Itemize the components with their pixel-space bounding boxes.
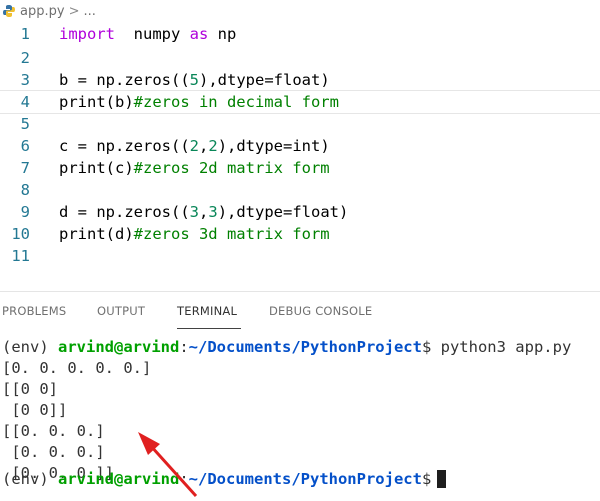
line-number: 7 [20, 159, 30, 177]
terminal-output-line: [[0. 0. 0.] [2, 421, 105, 440]
code-line[interactable]: 10 print(d)#zeros 3d matrix form [0, 222, 600, 246]
code-line[interactable]: 7 print(c)#zeros 2d matrix form [0, 156, 600, 180]
line-number: 1 [20, 25, 30, 43]
code-text: print(d)#zeros 3d matrix form [59, 225, 330, 243]
code-text: b = np.zeros((5),dtype=float) [59, 71, 330, 89]
code-line[interactable]: 3 b = np.zeros((5),dtype=float) [0, 68, 600, 92]
breadcrumb: app.py > ... [0, 0, 600, 22]
breadcrumb-ellipsis[interactable]: ... [83, 4, 95, 19]
line-number: 3 [20, 71, 30, 89]
command-text: python3 app.py [431, 337, 572, 356]
code-text: import numpy as np [59, 25, 237, 43]
cwd-path: ~/Documents/PythonProject [188, 337, 422, 356]
terminal-output-line: [0. 0. 0. 0. 0.] [2, 358, 152, 377]
breadcrumb-file[interactable]: app.py [20, 4, 65, 19]
code-text: d = np.zeros((3,3),dtype=float) [59, 203, 349, 221]
terminal-output-line: [[0 0] [2, 379, 58, 398]
line-number: 4 [20, 93, 30, 111]
user-host: arvind@arvind [58, 469, 180, 488]
code-text: print(b)#zeros in decimal form [59, 93, 339, 111]
code-line[interactable]: 5 [0, 112, 600, 136]
env-label: (env) [2, 337, 58, 356]
line-number: 6 [20, 137, 30, 155]
code-line[interactable]: 11 [0, 244, 600, 268]
line-number: 8 [20, 181, 30, 199]
terminal-output-line: [0 0]] [2, 400, 68, 419]
terminal-cursor [437, 469, 447, 488]
terminal-command-line: (env) arvind@arvind: ~/Documents/PythonPr… [2, 336, 571, 357]
code-line[interactable]: 2 [0, 46, 600, 70]
code-line[interactable]: 8 [0, 178, 600, 202]
tab-debug-console[interactable]: DEBUG CONSOLE [269, 304, 372, 326]
terminal-active-prompt[interactable]: (env) arvind@arvind: ~/Documents/PythonPr… [2, 468, 447, 489]
prompt-char: $ [421, 337, 432, 356]
prompt-char: $ [421, 469, 432, 488]
code-editor[interactable]: 1 import numpy as np 2 3 b = np.zeros((5),dt… [0, 22, 600, 282]
line-number: 10 [11, 225, 30, 243]
python-file-icon [3, 5, 15, 17]
env-label: (env) [2, 469, 58, 488]
code-line[interactable]: 1 import numpy as np [0, 22, 600, 46]
terminal-output-line: [0. 0. 0.] [2, 442, 105, 461]
tab-problems[interactable]: PROBLEMS [2, 304, 66, 326]
code-line[interactable]: 6 c = np.zeros((2,2),dtype=int) [0, 134, 600, 158]
line-number: 5 [20, 115, 30, 133]
code-line[interactable]: 9 d = np.zeros((3,3),dtype=float) [0, 200, 600, 224]
panel-tabs: PROBLEMS OUTPUT TERMINAL DEBUG CONSOLE [0, 300, 600, 326]
line-number: 9 [20, 203, 30, 221]
user-host: arvind@arvind [58, 337, 180, 356]
code-text: c = np.zeros((2,2),dtype=int) [59, 137, 330, 155]
prompt-colon: : [179, 469, 189, 488]
active-tab-indicator [177, 328, 241, 329]
prompt-colon: : [179, 337, 189, 356]
chevron-right-icon: > [68, 3, 80, 19]
tab-terminal[interactable]: TERMINAL [177, 304, 237, 326]
line-number: 2 [20, 49, 30, 67]
cwd-path: ~/Documents/PythonProject [188, 469, 422, 488]
code-line[interactable]: 4 print(b)#zeros in decimal form [0, 90, 600, 114]
panel-divider [0, 291, 600, 292]
tab-output[interactable]: OUTPUT [97, 304, 145, 326]
code-text: print(c)#zeros 2d matrix form [59, 159, 330, 177]
line-number: 11 [11, 247, 30, 265]
